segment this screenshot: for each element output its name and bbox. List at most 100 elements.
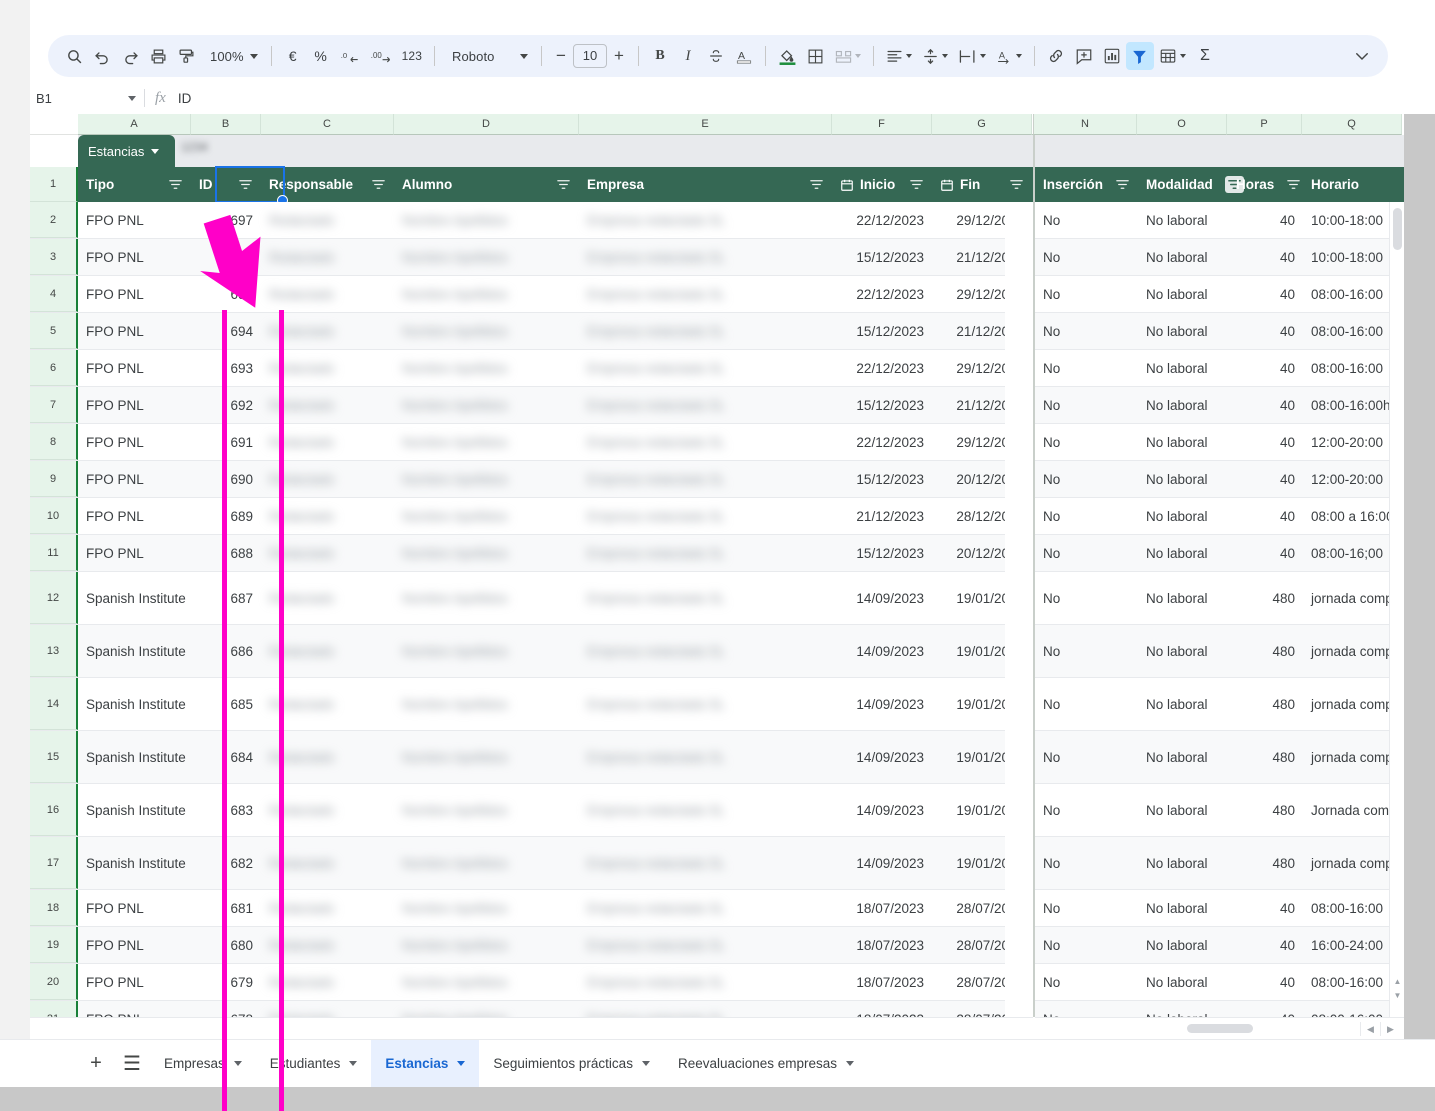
cell-insercion[interactable]: No	[1035, 1001, 1138, 1018]
table-row[interactable]: 3 FPO PNL 696 Redactado Nombre Apellidos Empr…	[30, 239, 1005, 276]
cell-modalidad[interactable]: No laboral	[1138, 1001, 1228, 1018]
table-row[interactable]: No No laboral 40 16:00-24:00	[1035, 927, 1404, 964]
row-header-7[interactable]: 7	[30, 387, 78, 423]
row-header-11[interactable]: 11	[30, 535, 78, 571]
horizontal-align-icon[interactable]	[881, 42, 917, 70]
cell-horario[interactable]: 08:00-16;00	[1303, 535, 1403, 571]
table-row[interactable]: 9 FPO PNL 690 Redactado Nombre Apellidos Empr…	[30, 461, 1005, 498]
cell-empresa[interactable]: Empresa redactada SL	[579, 964, 832, 1000]
cell-alumno[interactable]: Nombre Apellidos	[394, 890, 579, 926]
cell-responsable[interactable]: Redactado	[261, 837, 394, 889]
cell-inicio[interactable]: 22/12/2023	[832, 202, 932, 238]
cell-inicio[interactable]: 18/07/2023	[832, 927, 932, 963]
table-row[interactable]: No No laboral 40 10:00-18:00	[1035, 239, 1404, 276]
cell-insercion[interactable]: No	[1035, 837, 1138, 889]
cell-horas[interactable]: 480	[1228, 572, 1303, 624]
cell-id[interactable]: 689	[191, 498, 261, 534]
table-row[interactable]: No No laboral 480 jornada comp	[1035, 837, 1404, 890]
cell-insercion[interactable]: No	[1035, 239, 1138, 275]
text-color-icon[interactable]: A	[730, 42, 758, 70]
add-sheet-button[interactable]: +	[78, 1046, 114, 1082]
table-row[interactable]: NoNo laboral4008:00-16:00	[1035, 350, 1404, 387]
cell-horas[interactable]: 40	[1228, 239, 1303, 275]
cell-tipo[interactable]: FPO PNL	[78, 498, 191, 534]
cell-fin[interactable]: 29/12/2023	[932, 424, 1005, 460]
cell-fin[interactable]: 28/07/2023	[932, 890, 1005, 926]
vertical-scroll-thumb[interactable]	[1393, 208, 1402, 250]
cell-fin[interactable]: 19/01/2024	[932, 678, 1005, 730]
cell-horas[interactable]: 480	[1228, 731, 1303, 783]
cell-fin[interactable]: 20/12/2023	[932, 461, 1005, 497]
more-options-icon[interactable]	[1348, 42, 1376, 70]
cell-modalidad[interactable]: No laboral	[1138, 927, 1228, 963]
table-row[interactable]: 2 FPO PNL 697 Redactado Nombre Apellidos Empr…	[30, 202, 1005, 239]
cell-tipo[interactable]: Spanish Institute	[78, 784, 191, 836]
cell-empresa[interactable]: Empresa redactada SL	[579, 498, 832, 534]
filter-icon[interactable]	[1125, 42, 1154, 70]
sheet-tab-empresas[interactable]: Empresas	[150, 1040, 256, 1088]
cell-tipo[interactable]: FPO PNL	[78, 927, 191, 963]
sheet-tab-seguimientos-pr-cticas[interactable]: Seguimientos prácticas	[479, 1040, 664, 1088]
insert-comment-icon[interactable]	[1070, 42, 1098, 70]
cell-tipo[interactable]: Spanish Institute	[78, 572, 191, 624]
cell-responsable[interactable]: Redactado	[261, 313, 394, 349]
header-cell-fin[interactable]: Fin	[932, 167, 1032, 202]
column-header-B[interactable]: B	[191, 114, 261, 135]
table-row[interactable]: No No laboral 480 jornada comp	[1035, 625, 1404, 678]
cell-responsable[interactable]: Redactado	[261, 964, 394, 1000]
percent-icon[interactable]: %	[307, 42, 335, 70]
chevron-down-icon[interactable]	[457, 1061, 466, 1066]
cell-insercion[interactable]: No	[1035, 202, 1138, 238]
cell-insercion[interactable]: No	[1035, 731, 1138, 783]
row-header-6[interactable]: 6	[30, 350, 78, 386]
cell-horario[interactable]: jornada comp	[1303, 625, 1403, 677]
table-row[interactable]: NoNo laboral4008:00-16:00	[1035, 313, 1404, 350]
cell-modalidad[interactable]: No laboral	[1138, 964, 1228, 1000]
column-header-P[interactable]: P	[1227, 114, 1302, 135]
cell-fin[interactable]: 29/12/2023	[932, 276, 1005, 312]
cell-empresa[interactable]: Empresa redactada SL	[579, 387, 832, 423]
cell-modalidad[interactable]: No laboral	[1138, 572, 1228, 624]
filter-icon[interactable]	[809, 177, 824, 192]
font-size-input[interactable]: 10	[572, 44, 607, 68]
header-cell-alumno[interactable]: Alumno	[394, 167, 579, 202]
decrease-decimal-icon[interactable]: .0	[335, 42, 365, 70]
cell-horas[interactable]: 480	[1228, 678, 1303, 730]
cell-horario[interactable]: 10:00-18:00	[1303, 202, 1403, 238]
cell-fin[interactable]: 21/12/2023	[932, 239, 1005, 275]
merge-cells-icon[interactable]	[830, 42, 866, 70]
cell-insercion[interactable]: No	[1035, 498, 1138, 534]
cell-horas[interactable]: 40	[1228, 387, 1303, 423]
insert-chart-icon[interactable]	[1098, 42, 1126, 70]
cell-insercion[interactable]: No	[1035, 678, 1138, 730]
header-cell-horario[interactable]: Horario	[1303, 167, 1403, 202]
cell-insercion[interactable]: No	[1035, 572, 1138, 624]
column-header-D[interactable]: D	[394, 114, 579, 135]
table-row[interactable]: 5 FPO PNL 694 Redactado Nombre Apellidos Empr…	[30, 313, 1005, 350]
vertical-align-icon[interactable]	[917, 42, 953, 70]
cell-horas[interactable]: 40	[1228, 1001, 1303, 1018]
filter-icon[interactable]	[371, 177, 386, 192]
table-row[interactable]: No No laboral 480 Jornada com	[1035, 784, 1404, 837]
cell-alumno[interactable]: Nombre Apellidos	[394, 387, 579, 423]
cell-id[interactable]: 684	[191, 731, 261, 783]
table-row[interactable]: 11 FPO PNL 688 Redactado Nombre Apellidos Emp…	[30, 535, 1005, 572]
cell-tipo[interactable]: FPO PNL	[78, 461, 191, 497]
cell-modalidad[interactable]: No laboral	[1138, 678, 1228, 730]
table-row[interactable]: NoNo laboral4008:00-16:00	[1035, 1001, 1404, 1017]
table-row[interactable]: No No laboral 480 jornada comp	[1035, 731, 1404, 784]
table-row[interactable]: No No laboral 480 jornada comp	[1035, 572, 1404, 625]
strikethrough-icon[interactable]	[702, 42, 730, 70]
cell-alumno[interactable]: Nombre Apellidos	[394, 424, 579, 460]
cell-alumno[interactable]: Nombre Apellidos	[394, 313, 579, 349]
grid-body-right[interactable]: No No laboral 40 10:00-18:00 No No laboral 40 1…	[1035, 202, 1404, 1017]
bold-icon[interactable]: B	[646, 42, 674, 70]
row-header-10[interactable]: 10	[30, 498, 78, 534]
filter-icon[interactable]	[1286, 177, 1301, 192]
cell-insercion[interactable]: No	[1035, 964, 1138, 1000]
cell-tipo[interactable]: FPO PNL	[78, 350, 191, 386]
cell-empresa[interactable]: Empresa redactada SL	[579, 535, 832, 571]
cell-inicio[interactable]: 22/12/2023	[832, 424, 932, 460]
insert-link-icon[interactable]	[1042, 42, 1070, 70]
cell-inicio[interactable]: 15/12/2023	[832, 461, 932, 497]
